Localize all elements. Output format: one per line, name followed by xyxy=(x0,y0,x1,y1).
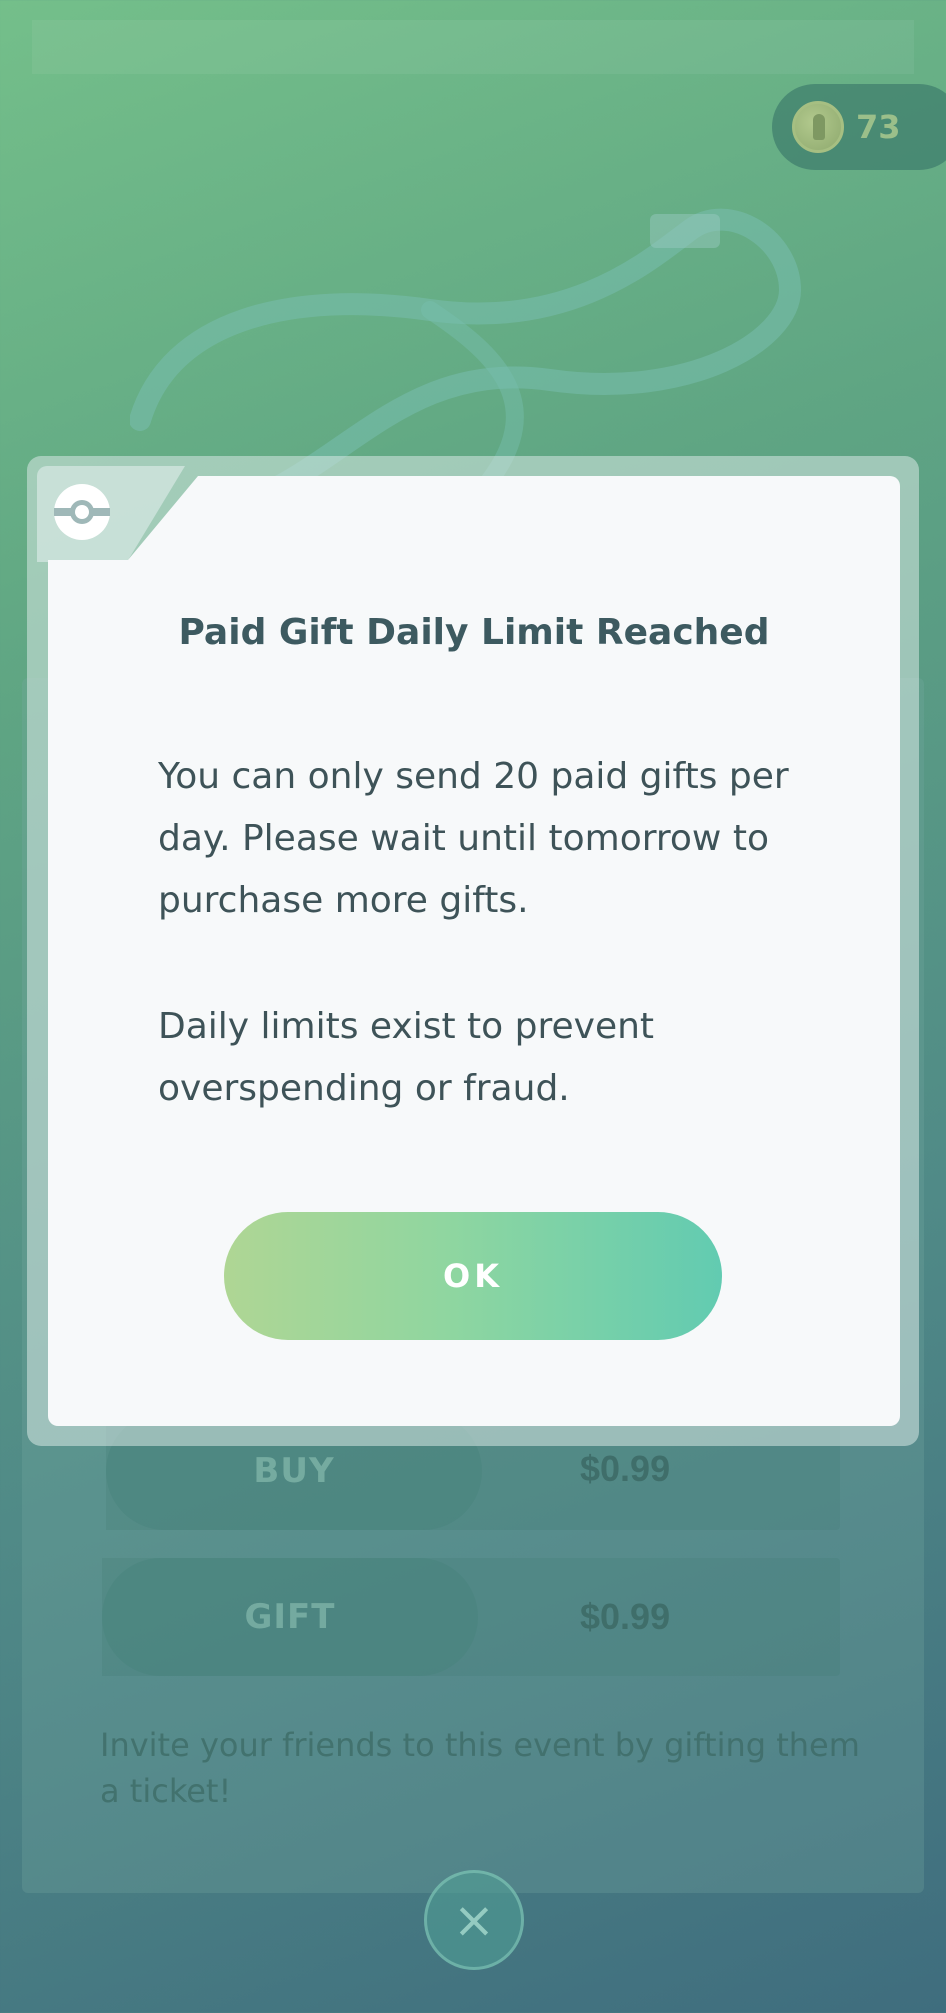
dialog-note: Daily limits exist to prevent overspendi… xyxy=(158,1006,655,1109)
close-button[interactable]: × xyxy=(424,1870,524,1970)
ok-button[interactable]: OK xyxy=(224,1212,722,1340)
gift-button[interactable]: GIFT xyxy=(102,1558,478,1676)
close-icon: × xyxy=(453,1891,495,1949)
invite-text: Invite your friends to this event by gif… xyxy=(100,1726,860,1810)
dialog-title: Paid Gift Daily Limit Reached xyxy=(178,612,770,653)
pokeball-icon xyxy=(54,484,110,540)
gift-price: $0.99 xyxy=(580,1596,671,1637)
coin-count: 73 xyxy=(856,108,901,146)
buy-price: $0.99 xyxy=(580,1448,671,1489)
coin-icon xyxy=(792,101,844,153)
ticket-strap-image xyxy=(130,208,802,500)
dialog-message: You can only send 20 paid gifts per day.… xyxy=(158,756,789,921)
coin-balance-badge[interactable]: 73 xyxy=(772,84,946,170)
top-bar xyxy=(32,20,914,74)
